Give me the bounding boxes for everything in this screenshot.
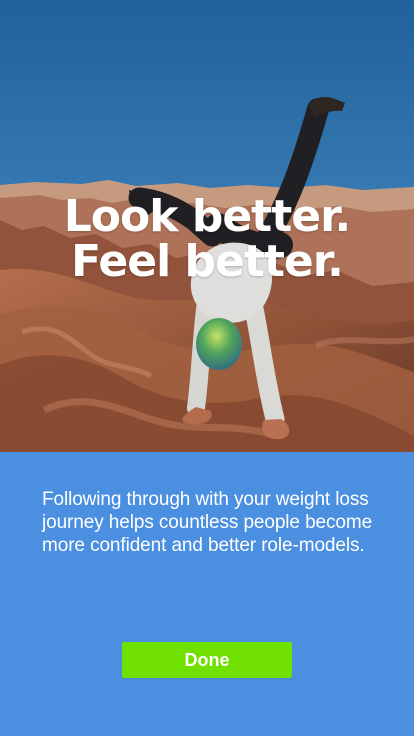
hero-headline: Look better. Feel better. bbox=[0, 194, 414, 285]
hero-image: Look better. Feel better. bbox=[0, 0, 414, 452]
headline-line-1: Look better. bbox=[63, 191, 351, 242]
motivation-message: Following through with your weight loss … bbox=[42, 489, 373, 556]
message-panel: Following through with your weight loss … bbox=[0, 452, 414, 736]
done-button[interactable]: Done bbox=[122, 642, 292, 678]
weight-loss-motivation-screen: Look better. Feel better. Following thro… bbox=[0, 0, 414, 736]
headline-line-2: Feel better. bbox=[71, 236, 344, 288]
